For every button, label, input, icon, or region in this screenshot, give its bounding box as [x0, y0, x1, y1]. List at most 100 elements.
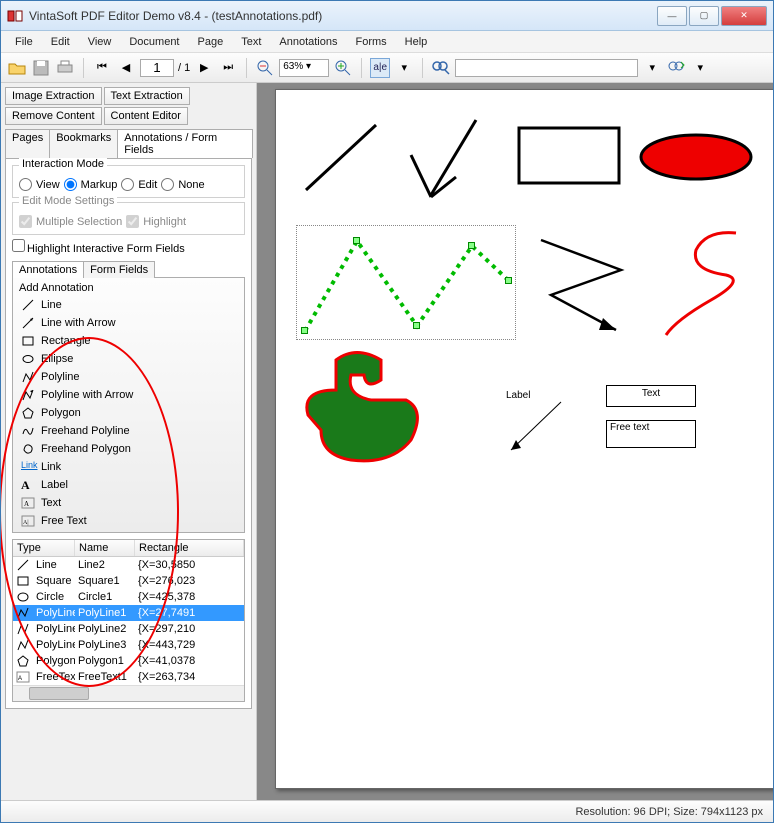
table-row[interactable]: PolyLinePolyLine1{X=27,7491 — [13, 605, 244, 621]
tab-bookmarks[interactable]: Bookmarks — [49, 129, 118, 158]
menu-file[interactable]: File — [7, 34, 41, 50]
shape-freehand-line[interactable] — [656, 225, 756, 345]
menu-text[interactable]: Text — [233, 34, 269, 50]
shape-line[interactable] — [296, 120, 386, 200]
app-icon — [7, 8, 23, 24]
radio-view[interactable]: View — [19, 178, 60, 191]
row-type: PolyLine — [33, 638, 75, 652]
annot-line-arrow[interactable]: Line with Arrow — [13, 314, 244, 332]
annot-line[interactable]: Line — [13, 296, 244, 314]
nav-next-icon[interactable]: ▶ — [194, 58, 214, 78]
save-icon[interactable] — [31, 58, 51, 78]
annot-freehand-polygon[interactable]: Freehand Polygon — [13, 440, 244, 458]
shape-arrow[interactable] — [396, 115, 496, 215]
row-type: Square — [33, 574, 75, 588]
th-rectangle[interactable]: Rectangle — [135, 540, 244, 556]
canvas-area[interactable]: Label Text Free text — [257, 83, 773, 800]
row-type: Circle — [33, 590, 75, 604]
subtab-annotations[interactable]: Annotations — [12, 261, 84, 278]
annot-text[interactable]: AText — [13, 494, 244, 512]
table-row[interactable]: PolyLinePolyLine2{X=297,210 — [13, 621, 244, 637]
th-name[interactable]: Name — [75, 540, 135, 556]
tab-pages[interactable]: Pages — [5, 129, 50, 158]
annot-polygon[interactable]: Polygon — [13, 404, 244, 422]
menu-help[interactable]: Help — [397, 34, 436, 50]
table-row[interactable]: CircleCircle1{X=425,378 — [13, 589, 244, 605]
interaction-mode-label: Interaction Mode — [19, 158, 107, 170]
menu-document[interactable]: Document — [121, 34, 187, 50]
subtab-form-fields[interactable]: Form Fields — [83, 261, 155, 278]
search-input[interactable] — [455, 59, 638, 77]
check-highlight-form-fields[interactable]: Highlight Interactive Form Fields — [12, 239, 185, 255]
menu-page[interactable]: Page — [190, 34, 232, 50]
print-icon[interactable] — [55, 58, 75, 78]
table-row[interactable]: LineLine2{X=30,5850 — [13, 557, 244, 573]
shape-ellipse[interactable] — [636, 130, 756, 185]
find-next-dropdown-icon[interactable]: ▾ — [690, 58, 710, 78]
table-row[interactable]: AFreeTextFreeText1{X=263,734 — [13, 669, 244, 685]
th-type[interactable]: Type — [13, 540, 75, 556]
annot-link[interactable]: LinkLink — [13, 458, 244, 476]
shape-rectangle[interactable] — [516, 125, 626, 190]
annot-freehand-polyline[interactable]: Freehand Polyline — [13, 422, 244, 440]
canvas-freetext-box[interactable]: Free text — [606, 420, 696, 448]
find-icon[interactable] — [431, 58, 451, 78]
maximize-button[interactable]: ▢ — [689, 6, 719, 26]
canvas-label[interactable]: Label — [506, 390, 530, 401]
radio-markup[interactable]: Markup — [64, 178, 118, 191]
annot-free-text[interactable]: A|Free Text — [13, 512, 244, 530]
radio-edit[interactable]: Edit — [121, 178, 157, 191]
menu-forms[interactable]: Forms — [348, 34, 395, 50]
dropdown-icon[interactable]: ▾ — [394, 58, 414, 78]
table-row[interactable]: SquareSquare1{X=276,023 — [13, 573, 244, 589]
pdf-page[interactable]: Label Text Free text — [275, 89, 773, 789]
line-icon — [21, 298, 35, 312]
text-cursor-icon[interactable]: a|e — [370, 58, 390, 78]
find-next-icon[interactable] — [666, 58, 686, 78]
open-icon[interactable] — [7, 58, 27, 78]
annot-ellipse[interactable]: Ellipse — [13, 350, 244, 368]
shape-polygon[interactable] — [296, 345, 446, 475]
zoom-out-icon[interactable] — [255, 58, 275, 78]
svg-text:A: A — [18, 676, 22, 682]
row-type-icon — [13, 589, 33, 605]
zoom-in-icon[interactable] — [333, 58, 353, 78]
minimize-button[interactable]: — — [657, 6, 687, 26]
annot-polyline-arrow[interactable]: Polyline with Arrow — [13, 386, 244, 404]
image-extraction-button[interactable]: Image Extraction — [5, 87, 102, 105]
canvas-text-box[interactable]: Text — [606, 385, 696, 407]
polygon-icon — [21, 406, 35, 420]
close-button[interactable]: ✕ — [721, 6, 767, 26]
annot-polyline[interactable]: Polyline — [13, 368, 244, 386]
selection-polyline[interactable] — [296, 225, 516, 340]
tab-annotations-formfields[interactable]: Annotations / Form Fields — [117, 129, 253, 158]
window-title: VintaSoft PDF Editor Demo v8.4 - (testAn… — [29, 9, 657, 23]
app-window: VintaSoft PDF Editor Demo v8.4 - (testAn… — [0, 0, 774, 823]
annotation-list: Add Annotation Line Line with Arrow Rect… — [12, 277, 245, 533]
menu-edit[interactable]: Edit — [43, 34, 78, 50]
annot-label[interactable]: ALabel — [13, 476, 244, 494]
check-multiple-selection: Multiple Selection — [19, 215, 122, 228]
shape-polyline-arrow[interactable] — [531, 230, 641, 340]
table-h-scrollbar[interactable] — [13, 685, 244, 701]
nav-last-icon[interactable]: ⏭ — [218, 58, 238, 78]
table-row[interactable]: PolygonPolygon1{X=41,0378 — [13, 653, 244, 669]
menu-view[interactable]: View — [80, 34, 120, 50]
zoom-combo[interactable]: 63% ▾ — [279, 59, 329, 77]
table-row[interactable]: PolyLinePolyLine3{X=443,729 — [13, 637, 244, 653]
text-extraction-button[interactable]: Text Extraction — [104, 87, 190, 105]
nav-prev-icon[interactable]: ◀ — [116, 58, 136, 78]
menu-annotations[interactable]: Annotations — [271, 34, 345, 50]
nav-first-icon[interactable]: ⏮ — [92, 58, 112, 78]
content-editor-button[interactable]: Content Editor — [104, 107, 188, 125]
annot-rectangle[interactable]: Rectangle — [13, 332, 244, 350]
row-name: PolyLine2 — [75, 622, 135, 636]
search-dropdown-icon[interactable]: ▾ — [642, 58, 662, 78]
row-name: Polygon1 — [75, 654, 135, 668]
row-type-icon — [13, 637, 33, 653]
remove-content-button[interactable]: Remove Content — [5, 107, 102, 125]
radio-none[interactable]: None — [161, 178, 204, 191]
row-type: PolyLine — [33, 622, 75, 636]
text-icon: A — [21, 496, 35, 510]
page-number-input[interactable] — [140, 59, 174, 77]
